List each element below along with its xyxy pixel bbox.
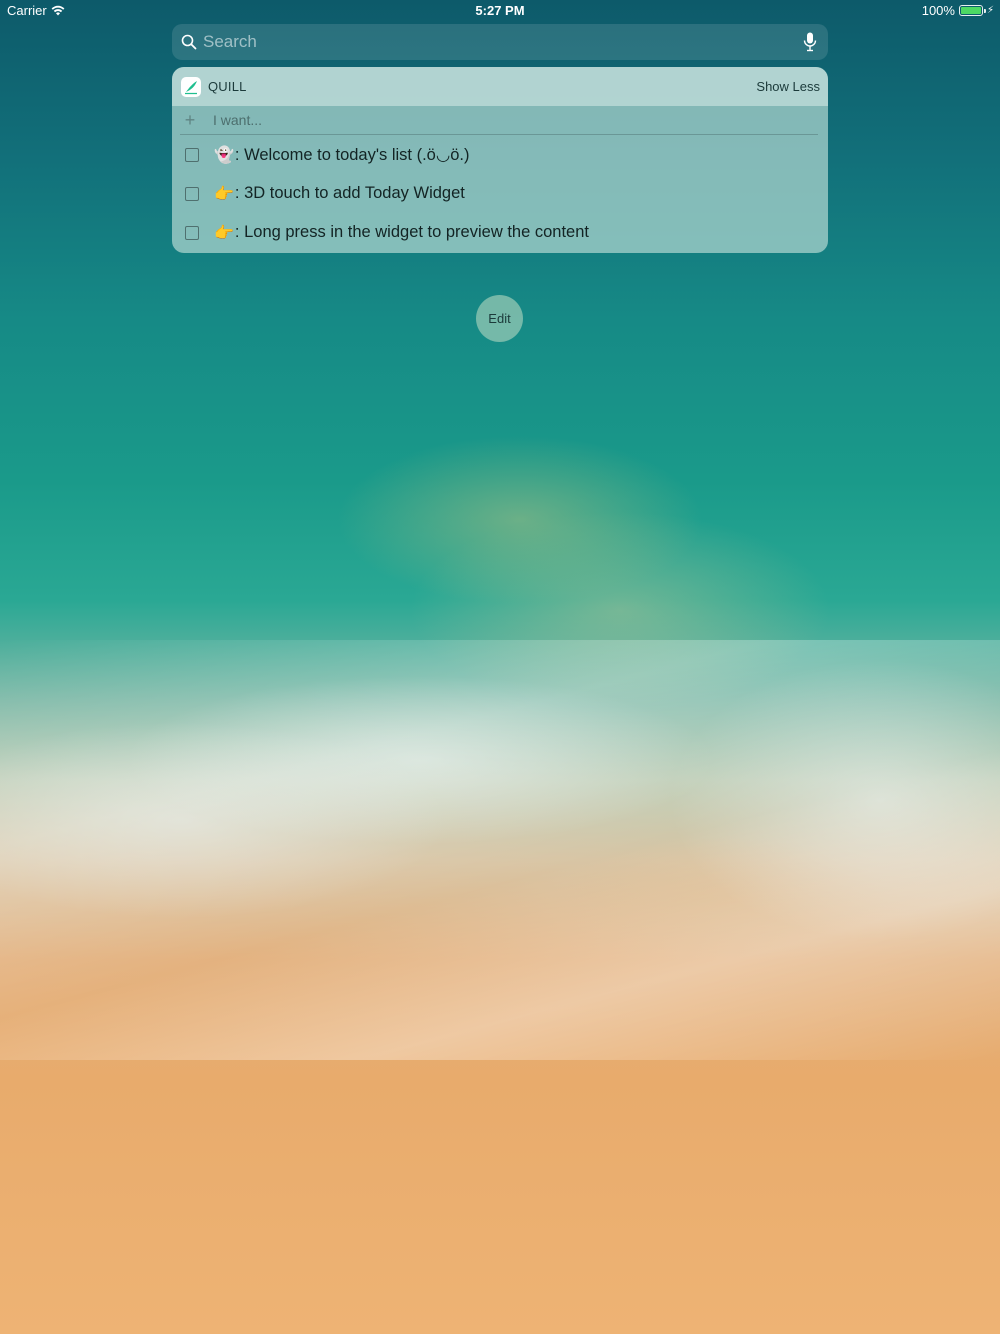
widget-app-name: QUILL xyxy=(208,79,247,94)
add-item-row[interactable]: + xyxy=(180,106,818,135)
todo-text: : 3D touch to add Today Widget xyxy=(234,184,465,202)
search-input[interactable] xyxy=(203,32,803,52)
todo-item[interactable]: 👉 : Long press in the widget to preview … xyxy=(172,213,828,252)
microphone-icon[interactable] xyxy=(803,32,817,52)
feather-icon xyxy=(185,80,197,94)
todo-checkbox[interactable] xyxy=(185,147,199,162)
todo-checkbox[interactable] xyxy=(185,225,199,240)
todo-text: : Welcome to today's list (.ö◡ö.) xyxy=(234,145,470,164)
status-battery: 100% ⚡ xyxy=(922,3,994,18)
todo-item[interactable]: 👻 : Welcome to today's list (.ö◡ö.) xyxy=(172,135,828,174)
add-item-input[interactable] xyxy=(213,112,818,128)
plus-icon[interactable]: + xyxy=(183,111,197,129)
quill-app-icon xyxy=(181,76,201,97)
todo-text: : Long press in the widget to preview th… xyxy=(234,223,589,241)
widget-header: QUILL Show Less xyxy=(172,67,828,106)
todo-item[interactable]: 👉 : 3D touch to add Today Widget xyxy=(172,174,828,213)
status-time: 5:27 PM xyxy=(475,3,525,18)
todo-checkbox[interactable] xyxy=(185,186,199,201)
ghost-emoji: 👻 xyxy=(214,146,234,164)
show-less-button[interactable]: Show Less xyxy=(756,79,820,94)
edit-widgets-button[interactable]: Edit xyxy=(476,295,523,342)
pointing-hand-emoji: 👉 xyxy=(214,185,234,203)
charging-bolt-icon: ⚡ xyxy=(986,5,994,16)
battery-percent: 100% xyxy=(921,3,955,18)
pointing-hand-emoji: 👉 xyxy=(214,224,234,242)
search-icon xyxy=(181,34,197,50)
status-bar: Carrier 5:27 PM 100% ⚡ xyxy=(0,0,1000,22)
quill-widget: QUILL Show Less + 👻 : Welcome to today's… xyxy=(172,67,828,253)
search-bar[interactable] xyxy=(172,24,828,60)
battery-icon xyxy=(958,5,986,16)
